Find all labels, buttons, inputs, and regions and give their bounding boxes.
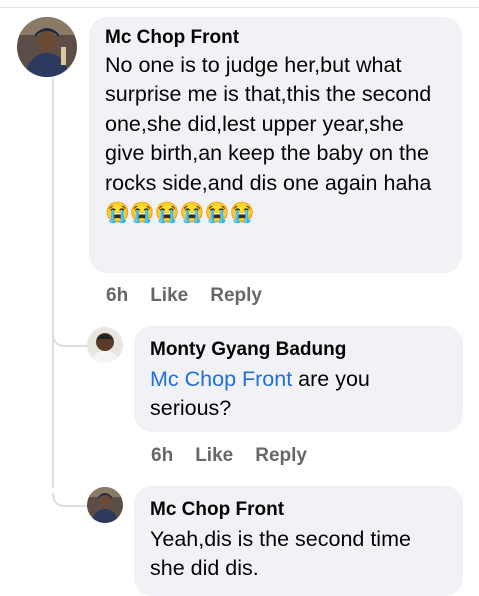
thread-connector (52, 333, 88, 347)
comment-body: No one is to judge her,but what surprise… (105, 53, 432, 195)
divider (0, 7, 479, 8)
reply-button[interactable]: Reply (210, 285, 262, 307)
thread-connector (52, 493, 88, 507)
comment-text: Yeah,dis is the second time she did dis. (150, 527, 411, 581)
mention-link[interactable]: Mc Chop Front (150, 367, 292, 391)
avatar[interactable] (87, 327, 123, 363)
thread-line (52, 78, 54, 488)
avatar[interactable] (17, 17, 77, 77)
like-button[interactable]: Like (150, 285, 188, 307)
comment-text: Mc Chop Front are you serious? (150, 365, 449, 424)
reply-bubble: Monty Gyang Badung Mc Chop Front are you… (134, 326, 463, 432)
avatar-photo-icon (87, 327, 123, 363)
crying-emoji-icon: 😭😭😭😭😭😭 (105, 202, 255, 225)
avatar[interactable] (87, 487, 123, 523)
comment-actions: 6h Like Reply (151, 445, 329, 467)
comment-actions: 6h Like Reply (106, 285, 284, 307)
comment-text: No one is to judge her,but what surprise… (105, 51, 448, 228)
like-button[interactable]: Like (195, 445, 233, 467)
timestamp[interactable]: 6h (106, 285, 128, 307)
reply-button[interactable]: Reply (255, 445, 307, 467)
avatar-photo-icon (17, 17, 77, 77)
timestamp[interactable]: 6h (151, 445, 173, 467)
avatar-photo-icon (87, 487, 123, 523)
comment-author[interactable]: Mc Chop Front (105, 27, 448, 49)
reply-bubble: Mc Chop Front Yeah,dis is the second tim… (134, 486, 463, 596)
comment-author[interactable]: Mc Chop Front (150, 499, 449, 521)
comment-bubble: Mc Chop Front No one is to judge her,but… (89, 17, 462, 273)
comment-author[interactable]: Monty Gyang Badung (150, 339, 449, 361)
